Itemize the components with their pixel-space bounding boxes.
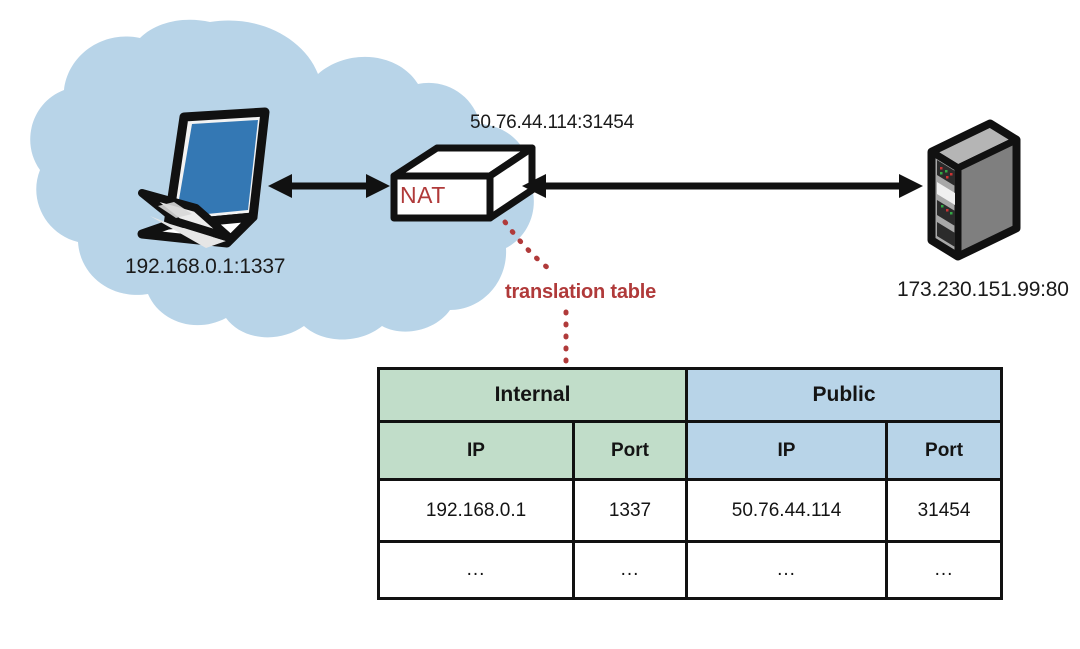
cell-public-port: 31454	[885, 478, 1004, 543]
arrow-nat-server	[522, 174, 923, 198]
group-header-internal: Internal	[376, 367, 689, 423]
nat-public-address-label: 50.76.44.114:31454	[470, 112, 635, 133]
cell-internal-ip: 192.168.0.1	[377, 478, 575, 543]
translation-table-callout-label: translation table	[505, 281, 657, 303]
server-address-label: 173.230.151.99:80	[897, 278, 1069, 301]
nat-box-label: NAT	[400, 182, 446, 208]
translation-table: Internal Public IP Port IP Port 192.168.…	[376, 367, 1004, 600]
sub-header-internal-ip: IP	[377, 420, 575, 481]
cell-internal-ip-ellipsis: ...	[377, 540, 575, 600]
server-icon	[927, 119, 1021, 261]
cell-internal-port: 1337	[571, 478, 689, 543]
diagram-canvas: 192.168.0.1:1337 50.76.44.114:31454 173.…	[0, 0, 1080, 649]
cell-public-ip: 50.76.44.114	[685, 478, 889, 543]
group-header-public: Public	[685, 367, 1004, 423]
client-address-label: 192.168.0.1:1337	[125, 255, 286, 278]
table-group-header-row: Internal Public	[376, 367, 1004, 423]
cell-internal-port-ellipsis: ...	[571, 540, 689, 600]
table-sub-header-row: IP Port IP Port	[377, 420, 1004, 481]
sub-header-internal-port: Port	[571, 420, 689, 481]
cell-public-port-ellipsis: ...	[885, 540, 1004, 600]
sub-header-public-ip: IP	[685, 420, 889, 481]
sub-header-public-port: Port	[885, 420, 1004, 481]
cell-public-ip-ellipsis: ...	[685, 540, 889, 600]
table-row: ... ... ... ...	[377, 540, 1004, 600]
table-row: 192.168.0.1 1337 50.76.44.114 31454	[377, 478, 1004, 543]
